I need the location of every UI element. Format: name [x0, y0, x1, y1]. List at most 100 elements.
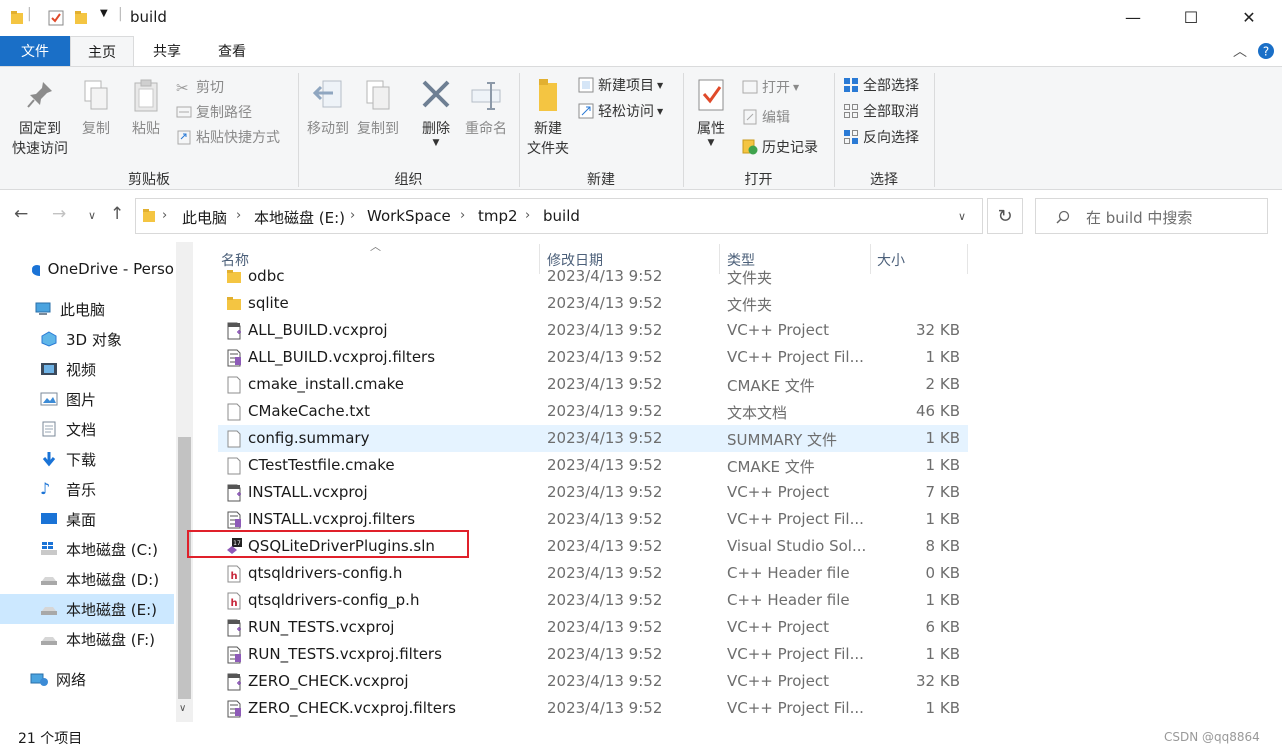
breadcrumb-this-pc[interactable]: 此电脑: [182, 207, 227, 228]
help-icon[interactable]: ?: [1254, 36, 1278, 66]
new-item-button[interactable]: 新建项目 ▼: [578, 73, 663, 97]
address-bar[interactable]: › 此电脑 › 本地磁盘 (E:) › WorkSpace › tmp2 › b…: [135, 198, 983, 234]
file-row[interactable]: INSTALL.vcxproj 2023/4/13 9:52 VC++ Projec…: [218, 479, 968, 506]
file-name: cmake_install.cmake: [248, 375, 405, 393]
nav-item-label: 音乐: [66, 480, 97, 499]
recent-locations-chevron-icon[interactable]: ∨: [88, 209, 96, 222]
address-dropdown-icon[interactable]: ∨: [958, 210, 966, 223]
new-folder-quick-icon[interactable]: [74, 10, 88, 26]
file-row[interactable]: h qtsqldrivers-config_p.h 2023/4/13 9:52 C+…: [218, 587, 968, 614]
breadcrumb-chevron-icon[interactable]: ›: [350, 208, 355, 223]
nav-item-drive-c[interactable]: 本地磁盘 (C:): [0, 534, 174, 564]
file-size: 1 KB: [925, 510, 960, 528]
nav-item-onedrive[interactable]: OneDrive - Perso: [0, 254, 174, 284]
easy-access-icon: [578, 103, 594, 119]
breadcrumb-drive-e[interactable]: 本地磁盘 (E:): [254, 207, 345, 228]
open-label: 打开: [762, 80, 790, 96]
paste-button[interactable]: 粘贴: [126, 79, 166, 139]
new-folder-button[interactable]: 新建 文件夹: [522, 77, 574, 159]
file-row[interactable]: odbc 2023/4/13 9:52 文件夹: [218, 263, 968, 290]
nav-item-documents[interactable]: 文档: [0, 414, 174, 444]
file-row[interactable]: RUN_TESTS.vcxproj.filters 2023/4/13 9:52 V…: [218, 641, 968, 668]
close-button[interactable]: ✕: [1226, 0, 1272, 34]
file-row[interactable]: config.summary 2023/4/13 9:52 SUMMARY 文件 1 …: [218, 425, 968, 452]
rename-button[interactable]: 重命名: [460, 79, 512, 139]
nav-item-music[interactable]: ♪ 音乐: [0, 474, 174, 504]
file-row[interactable]: ZERO_CHECK.vcxproj.filters 2023/4/13 9:52…: [218, 695, 968, 722]
file-row[interactable]: CMakeCache.txt 2023/4/13 9:52 文本文档 46 KB: [218, 398, 968, 425]
collapse-ribbon-icon[interactable]: ︿: [1228, 36, 1252, 66]
tab-file[interactable]: 文件: [0, 36, 70, 66]
invert-selection-button[interactable]: 反向选择: [843, 125, 919, 149]
minimize-button[interactable]: —: [1110, 0, 1156, 34]
tab-share[interactable]: 共享: [134, 36, 200, 66]
nav-item-videos[interactable]: 视频: [0, 354, 174, 384]
file-row[interactable]: ZERO_CHECK.vcxproj 2023/4/13 9:52 VC++ Pro…: [218, 668, 968, 695]
breadcrumb-build[interactable]: build: [543, 207, 580, 225]
up-arrow-icon[interactable]: ↑: [110, 204, 124, 224]
select-none-button[interactable]: 全部取消: [843, 99, 919, 123]
highlight-box: [187, 530, 469, 558]
file-row[interactable]: INSTALL.vcxproj.filters 2023/4/13 9:52 VC+…: [218, 506, 968, 533]
nav-item-label: OneDrive - Perso: [47, 260, 174, 278]
delete-button[interactable]: 删除 ▼: [414, 79, 458, 148]
file-row[interactable]: h qtsqldrivers-config.h 2023/4/13 9:52 C++ …: [218, 560, 968, 587]
history-button[interactable]: 历史记录: [742, 135, 818, 159]
nav-item-pictures[interactable]: 图片: [0, 384, 174, 414]
breadcrumb-workspace[interactable]: WorkSpace: [367, 207, 451, 225]
nav-scrollbar-thumb[interactable]: [178, 437, 191, 699]
move-to-button[interactable]: 移动到: [304, 79, 352, 139]
refresh-icon: ↻: [997, 205, 1013, 227]
file-date: 2023/4/13 9:52: [547, 699, 663, 717]
properties-button[interactable]: 属性 ▼: [690, 77, 732, 148]
file-name: ALL_BUILD.vcxproj.filters: [248, 348, 436, 366]
file-row[interactable]: cmake_install.cmake 2023/4/13 9:52 CMAKE 文…: [218, 371, 968, 398]
nav-item-drive-d[interactable]: 本地磁盘 (D:): [0, 564, 174, 594]
file-row[interactable]: RUN_TESTS.vcxproj 2023/4/13 9:52 VC++ Proj…: [218, 614, 968, 641]
nav-item-desktop[interactable]: 桌面: [0, 504, 174, 534]
open-button[interactable]: 打开 ▼: [742, 75, 799, 99]
copy-path-button[interactable]: 复制路径: [176, 100, 252, 124]
maximize-button[interactable]: ☐: [1168, 0, 1214, 34]
customize-dropdown-icon[interactable]: ▼: [100, 8, 108, 19]
select-all-button[interactable]: 全部选择: [843, 73, 919, 97]
pin-quick-access-button[interactable]: 固定到 快速访问: [6, 79, 74, 159]
file-icon: [227, 403, 241, 421]
file-row[interactable]: sqlite 2023/4/13 9:52 文件夹: [218, 290, 968, 317]
breadcrumb-chevron-icon[interactable]: ›: [236, 208, 241, 223]
paste-shortcut-button[interactable]: 粘贴快捷方式: [176, 125, 280, 149]
cut-button[interactable]: ✂ 剪切: [176, 75, 224, 99]
nav-item-this-pc[interactable]: 此电脑: [0, 294, 174, 324]
nav-item-drive-e[interactable]: 本地磁盘 (E:): [0, 594, 174, 624]
properties-check-icon[interactable]: [48, 10, 64, 26]
copy-to-button[interactable]: 复制到: [354, 79, 402, 139]
tab-home[interactable]: 主页: [70, 36, 134, 66]
refresh-button[interactable]: ↻: [987, 198, 1023, 234]
nav-scrollbar[interactable]: ∨: [176, 242, 193, 722]
nav-item-3d-objects[interactable]: 3D 对象: [0, 324, 174, 354]
file-row[interactable]: ALL_BUILD.vcxproj 2023/4/13 9:52 VC++ Proj…: [218, 317, 968, 344]
breadcrumb-chevron-icon[interactable]: ›: [162, 208, 167, 223]
file-row[interactable]: CTestTestfile.cmake 2023/4/13 9:52 CMAKE 文…: [218, 452, 968, 479]
file-type: VC++ Project Fil...: [727, 645, 864, 663]
scroll-down-icon[interactable]: ∨: [179, 703, 186, 714]
properties-label: 属性: [697, 121, 725, 137]
breadcrumb-chevron-icon[interactable]: ›: [525, 208, 530, 223]
easy-access-button[interactable]: 轻松访问 ▼: [578, 99, 663, 123]
breadcrumb-tmp2[interactable]: tmp2: [478, 207, 518, 225]
file-row[interactable]: ALL_BUILD.vcxproj.filters 2023/4/13 9:52 V…: [218, 344, 968, 371]
folder-icon: [227, 297, 241, 310]
nav-item-drive-f[interactable]: 本地磁盘 (F:): [0, 624, 174, 654]
nav-item-label: 视频: [66, 360, 97, 379]
nav-item-downloads[interactable]: 下载: [0, 444, 174, 474]
edit-button[interactable]: 编辑: [742, 105, 790, 129]
file-size: 1 KB: [925, 645, 960, 663]
forward-arrow-icon[interactable]: →: [52, 204, 66, 224]
tab-view[interactable]: 查看: [200, 36, 264, 66]
copy-button[interactable]: 复制: [76, 79, 116, 139]
back-arrow-icon[interactable]: ←: [14, 204, 28, 224]
nav-item-network[interactable]: 网络: [0, 664, 174, 694]
new-item-icon: [578, 77, 594, 93]
search-box[interactable]: 在 build 中搜索: [1035, 198, 1268, 234]
breadcrumb-chevron-icon[interactable]: ›: [460, 208, 465, 223]
